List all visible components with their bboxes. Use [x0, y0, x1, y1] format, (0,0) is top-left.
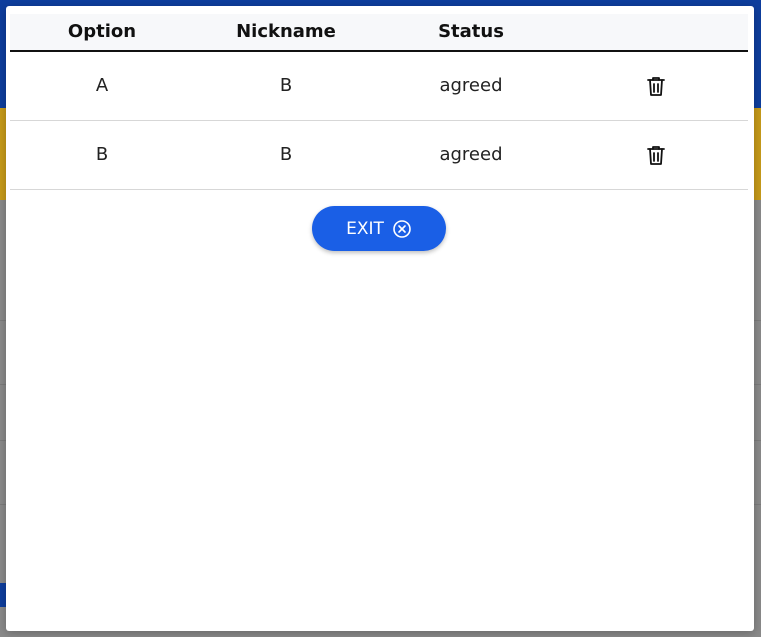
exit-button-label: EXIT	[346, 218, 384, 239]
close-circle-icon	[392, 219, 412, 239]
trash-icon[interactable]	[644, 74, 668, 98]
header-status: Status	[438, 21, 504, 42]
cell-nickname: B	[279, 75, 293, 96]
options-table: Option Nickname Status A B agreed B B ag…	[10, 14, 748, 190]
cell-option: A	[95, 75, 109, 96]
cell-status: agreed	[439, 144, 503, 165]
options-modal: Option Nickname Status A B agreed B B ag…	[6, 6, 754, 631]
table-header: Option Nickname Status	[10, 14, 748, 52]
cell-option: B	[95, 144, 109, 165]
table-row: B B agreed	[10, 121, 748, 190]
exit-button[interactable]: EXIT	[312, 206, 446, 251]
header-option: Option	[67, 21, 137, 42]
header-nickname: Nickname	[236, 21, 336, 42]
trash-icon[interactable]	[644, 143, 668, 167]
cell-status: agreed	[439, 75, 503, 96]
table-row: A B agreed	[10, 52, 748, 121]
cell-nickname: B	[279, 144, 293, 165]
